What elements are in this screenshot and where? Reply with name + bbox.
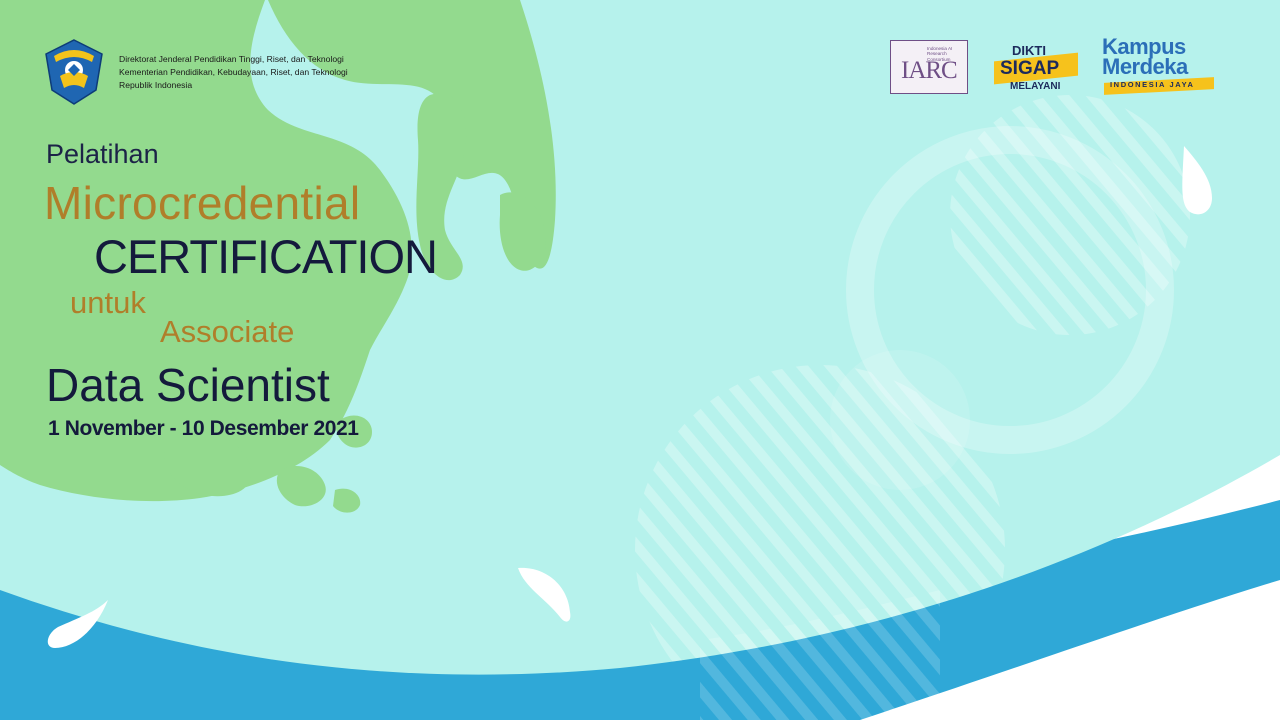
title-certification: CERTIFICATION (94, 230, 438, 283)
title-untuk: untuk (70, 285, 146, 320)
decor-soft-circle (830, 350, 970, 490)
dikti-sigap-logo: DIKTI SIGAP MELAYANI (990, 40, 1082, 96)
tut-wuri-handayani-logo (40, 38, 108, 106)
sigap-bottom-text: MELAYANI (1010, 81, 1061, 92)
title-microcredential: Microcredential (44, 177, 361, 229)
title-associate: Associate (160, 314, 295, 349)
decor-striped-circle-2 (950, 95, 1190, 335)
iarc-tagline: Indonesia AI Research Consortium (927, 46, 953, 62)
iarc-logo: IARC Indonesia AI Research Consortium (890, 40, 968, 94)
kampus-tagline: INDONESIA JAYA (1110, 80, 1195, 89)
event-date: 1 November - 10 Desember 2021 (48, 417, 359, 440)
title-data-scientist: Data Scientist (46, 359, 330, 411)
institution-text: Direktorat Jenderal Pendidikan Tinggi, R… (119, 53, 348, 92)
sigap-top-text: DIKTI (1012, 43, 1046, 58)
kampus-merdeka-logo: Kampus Merdeka INDONESIA JAYA (1100, 34, 1224, 98)
institution-line: Direktorat Jenderal Pendidikan Tinggi, R… (119, 54, 344, 64)
title-pelatihan: Pelatihan (46, 139, 159, 169)
kampus-line-2: Merdeka (1102, 54, 1188, 79)
sigap-middle-text: SIGAP (1000, 58, 1060, 79)
institution-line: Kementerian Pendidikan, Kebudayaan, Rise… (119, 67, 348, 77)
institution-line: Republik Indonesia (119, 80, 193, 90)
